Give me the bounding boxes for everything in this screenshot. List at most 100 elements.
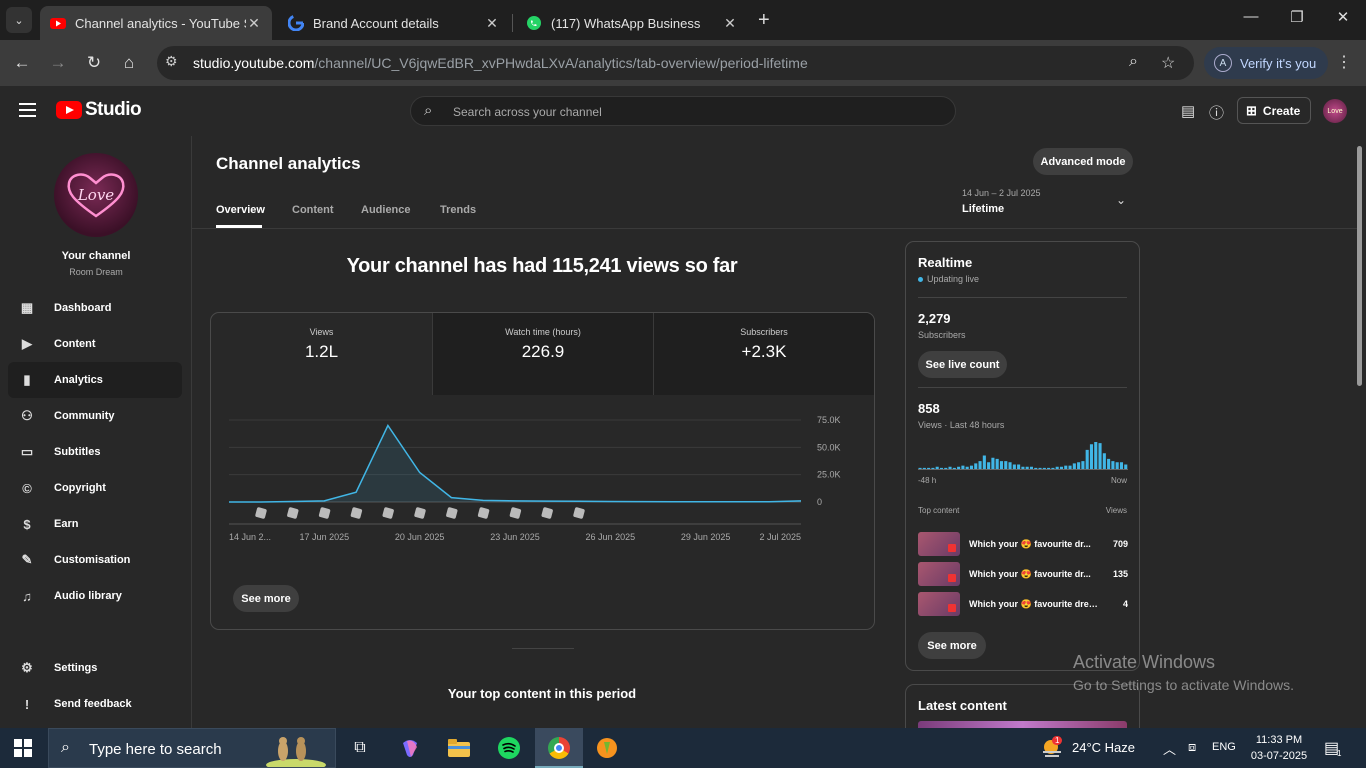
sidebar-item-settings[interactable]: ⚙ Settings <box>8 650 182 686</box>
sidebar-item-dashboard[interactable]: ▦ Dashboard <box>8 290 182 326</box>
top-content-item[interactable]: Which your 😍 favourite drea... 4 <box>918 592 1128 616</box>
taskbar-search-input[interactable]: ⌕ Type here to search <box>48 728 336 768</box>
sidebar-item-community[interactable]: ⚇ Community <box>8 398 182 434</box>
hourly-views-bar <box>969 465 974 470</box>
hamburger-menu-icon[interactable] <box>19 103 36 117</box>
url-text[interactable]: studio.youtube.com/channel/UC_V6jqwEdBR_… <box>193 55 808 71</box>
hourly-views-bar <box>1124 464 1128 469</box>
meerkat-search-highlight-icon <box>266 737 326 767</box>
metric-views[interactable]: Views 1.2L <box>211 313 432 395</box>
browser-menu-icon[interactable]: ⋮ <box>1336 52 1352 72</box>
sidebar-item-send-feedback[interactable]: ! Send feedback <box>8 686 182 722</box>
windows-start-icon[interactable] <box>14 739 32 757</box>
sidebar-item-customisation[interactable]: ✎ Customisation <box>8 542 182 578</box>
video-thumbnail <box>918 532 960 556</box>
youtube-logo-icon[interactable] <box>56 101 82 119</box>
verify-its-you-button[interactable]: A Verify it's you <box>1204 47 1328 79</box>
sidebar-item-label: Dashboard <box>54 302 112 314</box>
feedback-report-icon[interactable]: ▤ <box>1181 102 1195 120</box>
google-favicon-icon <box>288 15 304 31</box>
network-camera-icon[interactable]: ⧈ <box>1188 739 1196 755</box>
tab-title: Channel analytics - YouTube Studio <box>75 15 246 31</box>
live-label: Updating live <box>927 274 980 284</box>
see-more-button[interactable]: See more <box>233 585 299 612</box>
tab-audience[interactable]: Audience <box>361 204 411 216</box>
realtime-see-more-button[interactable]: See more <box>918 632 986 659</box>
zoom-search-icon[interactable]: ⌕ <box>1129 53 1138 71</box>
minimize-window-icon[interactable]: — <box>1228 8 1274 25</box>
advanced-mode-button[interactable]: Advanced mode <box>1033 148 1133 175</box>
close-tab-icon[interactable]: ✕ <box>246 15 262 32</box>
metric-watch-time[interactable]: Watch time (hours) 226.9 <box>432 313 653 395</box>
tab-content[interactable]: Content <box>292 204 334 216</box>
reload-icon[interactable]: ↻ <box>82 51 106 75</box>
period-selector[interactable]: Lifetime <box>962 203 1004 215</box>
top-content-item[interactable]: Which your 😍 favourite dr... 709 <box>918 532 1128 556</box>
metric-subscribers[interactable]: Subscribers +2.3K <box>653 313 874 395</box>
task-view-icon[interactable]: ⧉ <box>348 736 372 760</box>
close-tab-icon[interactable]: ✕ <box>722 15 738 32</box>
y-tick-label: 50.0K <box>817 442 841 452</box>
period-range[interactable]: 14 Jun – 2 Jul 2025 <box>962 188 1041 198</box>
hourly-views-bar <box>1072 463 1076 470</box>
channel-search-input[interactable]: ⌕ Search across your channel <box>410 96 956 126</box>
sidebar-item-earn[interactable]: $ Earn <box>8 506 182 542</box>
chevron-down-icon[interactable]: ⌄ <box>1116 193 1126 207</box>
weather-text[interactable]: 24°C Haze <box>1072 740 1135 755</box>
tab-whatsapp-business[interactable]: (117) WhatsApp Business ✕ <box>516 6 748 40</box>
see-live-count-button[interactable]: See live count <box>918 351 1007 378</box>
tray-chevron-up-icon[interactable]: ︿ <box>1163 739 1176 758</box>
realtime-views-histogram[interactable] <box>918 438 1128 472</box>
hourly-views-bar <box>1115 462 1119 469</box>
help-icon[interactable]: ⓘ <box>1209 102 1224 123</box>
chrome-icon[interactable] <box>547 736 571 760</box>
back-arrow-icon[interactable]: ← <box>10 51 34 75</box>
tab-overview[interactable]: Overview <box>216 204 265 216</box>
views-chart[interactable]: 75.0K 50.0K 25.0K 0 14 Jun 2... 17 Jun 2025 20… <box>211 395 874 630</box>
metric-value: 226.9 <box>521 342 565 361</box>
sidebar-item-audio-library[interactable]: ♫ Audio library <box>8 578 182 614</box>
sidebar-item-copyright[interactable]: © Copyright <box>8 470 182 506</box>
forward-arrow-icon[interactable]: → <box>46 51 70 75</box>
notification-count: 1 <box>1337 749 1342 758</box>
close-window-icon[interactable]: ✕ <box>1320 8 1366 26</box>
sidebar-item-subtitles[interactable]: ▭ Subtitles <box>8 434 182 470</box>
studio-logo-text[interactable]: Studio <box>85 99 142 121</box>
new-tab-plus-icon[interactable]: + <box>758 9 770 32</box>
top-content-item[interactable]: Which your 😍 favourite dr... 135 <box>918 562 1128 586</box>
tab-channel-analytics[interactable]: Channel analytics - YouTube Studio ✕ <box>40 6 272 40</box>
sidebar-item-content[interactable]: ▶ Content <box>8 326 182 362</box>
avatar-text: Love <box>77 186 114 204</box>
copilot-icon[interactable] <box>398 736 422 760</box>
sidebar-item-analytics[interactable]: ▮ Analytics <box>8 362 182 398</box>
page-scrollbar[interactable] <box>1357 146 1362 386</box>
tab-search-menu-icon[interactable]: ⌄ <box>6 7 32 33</box>
create-button[interactable]: ⊞ Create <box>1237 97 1311 124</box>
file-explorer-icon[interactable] <box>447 736 471 760</box>
x-tick-label: 26 Jun 2025 <box>586 532 636 542</box>
tab-brand-account[interactable]: Brand Account details ✕ <box>278 6 510 40</box>
search-placeholder: Search across your channel <box>453 105 602 119</box>
bookmark-star-icon[interactable]: ☆ <box>1161 53 1175 73</box>
hourly-views-bar <box>1047 467 1051 470</box>
channel-avatar[interactable]: Love <box>54 153 138 237</box>
site-info-icon[interactable]: ⚙ <box>165 53 185 73</box>
close-tab-icon[interactable]: ✕ <box>484 15 500 32</box>
activate-windows-hint: Go to Settings to activate Windows. <box>1073 677 1294 693</box>
hourly-views-bar <box>1068 465 1072 470</box>
taskbar-clock[interactable]: 11:33 PM 03-07-2025 <box>1248 732 1310 764</box>
account-avatar[interactable]: Love <box>1323 99 1347 123</box>
home-icon[interactable]: ⌂ <box>117 51 141 75</box>
address-bar[interactable]: ⚙ studio.youtube.com/channel/UC_V6jqwEdB… <box>157 46 1194 80</box>
hourly-views-bar <box>939 467 944 470</box>
spotify-icon[interactable] <box>497 736 521 760</box>
fl-studio-icon[interactable] <box>595 736 619 760</box>
hourly-views-bar <box>961 465 965 470</box>
create-video-icon: ⊞ <box>1246 102 1257 118</box>
sidebar-item-label: Settings <box>54 662 98 674</box>
input-language[interactable]: ENG <box>1212 741 1236 753</box>
restore-window-icon[interactable]: ❐ <box>1274 8 1320 26</box>
tab-trends[interactable]: Trends <box>440 204 476 216</box>
hourly-views-bar <box>1004 461 1008 470</box>
browser-tab-strip: ⌄ Channel analytics - YouTube Studio ✕ B… <box>0 0 1366 40</box>
